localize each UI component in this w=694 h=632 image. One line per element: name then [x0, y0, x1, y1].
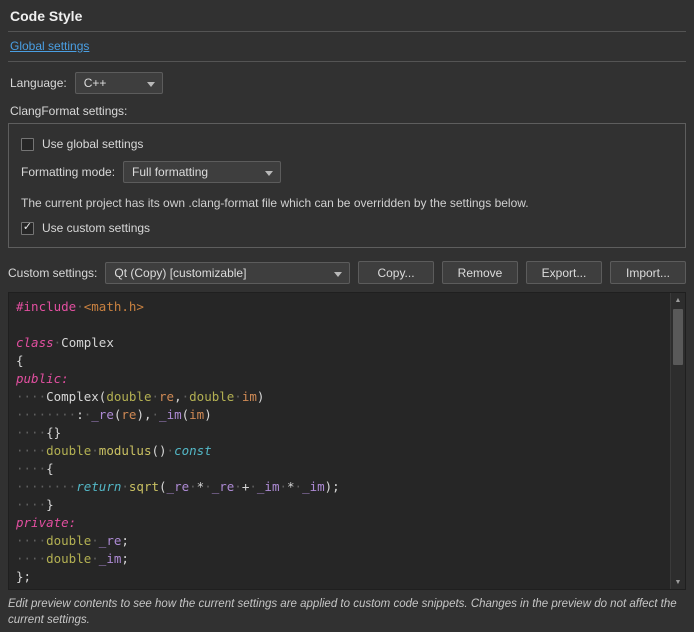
use-global-settings-checkbox[interactable] [21, 138, 34, 151]
page-title: Code Style [10, 8, 686, 24]
code-style-page: Code Style Global settings Language: C++… [0, 0, 694, 632]
scrollbar-thumb[interactable] [673, 309, 683, 365]
custom-settings-value: Qt (Copy) [customizable] [114, 266, 246, 280]
clangformat-groupbox: Use global settings Formatting mode: Ful… [8, 123, 686, 248]
remove-button[interactable]: Remove [442, 261, 518, 284]
chevron-down-icon [265, 171, 273, 176]
scroll-down-icon[interactable]: ▼ [671, 575, 685, 589]
use-global-settings-row: Use global settings [21, 137, 673, 151]
scroll-up-icon[interactable]: ▲ [671, 293, 685, 307]
code-editor-content[interactable]: #include·<math.h> class·Complex{public:·… [9, 293, 670, 589]
formatting-mode-label: Formatting mode: [21, 165, 115, 179]
use-custom-settings-label[interactable]: Use custom settings [42, 221, 150, 235]
custom-settings-label: Custom settings: [8, 266, 97, 280]
language-label: Language: [10, 76, 67, 90]
use-global-settings-label[interactable]: Use global settings [42, 137, 143, 151]
footer-note: Edit preview contents to see how the cur… [8, 597, 686, 628]
formatting-mode-select[interactable]: Full formatting [123, 161, 281, 183]
global-settings-link[interactable]: Global settings [10, 39, 89, 53]
global-settings-row: Global settings [10, 39, 686, 54]
formatting-mode-row: Formatting mode: Full formatting [21, 161, 673, 183]
vertical-scrollbar[interactable]: ▲ ▼ [670, 293, 685, 589]
export-button[interactable]: Export... [526, 261, 602, 284]
language-value: C++ [84, 76, 107, 90]
language-select[interactable]: C++ [75, 72, 163, 94]
code-preview-editor[interactable]: #include·<math.h> class·Complex{public:·… [8, 292, 686, 590]
chevron-down-icon [334, 272, 342, 277]
use-custom-settings-checkbox[interactable] [21, 222, 34, 235]
use-custom-settings-row: Use custom settings [21, 221, 673, 235]
formatting-mode-value: Full formatting [132, 165, 208, 179]
copy-button[interactable]: Copy... [358, 261, 434, 284]
title-divider [8, 31, 686, 32]
chevron-down-icon [147, 82, 155, 87]
clang-format-file-note: The current project has its own .clang-f… [21, 196, 673, 210]
custom-settings-select[interactable]: Qt (Copy) [customizable] [105, 262, 350, 284]
section-divider [8, 61, 686, 62]
language-row: Language: C++ [10, 72, 686, 94]
clangformat-settings-label: ClangFormat settings: [10, 104, 686, 118]
custom-settings-row: Custom settings: Qt (Copy) [customizable… [8, 261, 686, 284]
import-button[interactable]: Import... [610, 261, 686, 284]
